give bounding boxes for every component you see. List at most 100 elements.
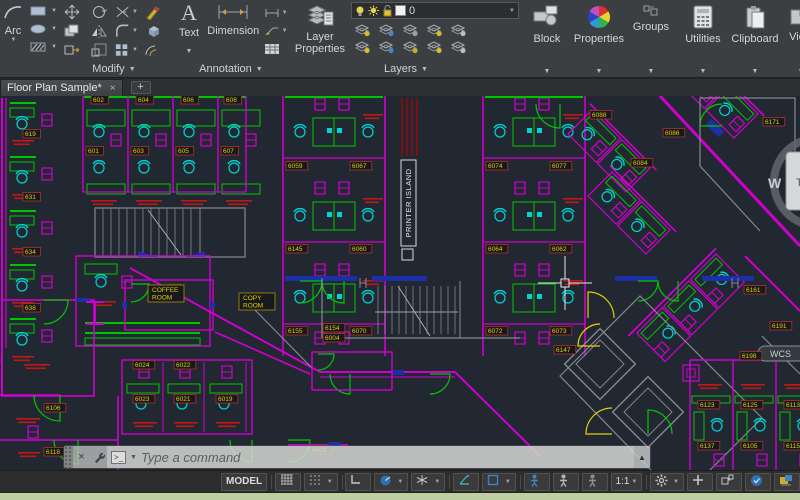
grid-display-toggle[interactable]: [274, 472, 301, 491]
rectangle-tool-icon[interactable]: [26, 2, 50, 20]
layer-tool-icon-5[interactable]: [351, 38, 375, 56]
properties-panel-arrow-icon: ▼: [595, 68, 603, 75]
hatch-tool-icon[interactable]: [26, 38, 50, 56]
object-snap-toggle[interactable]: ▼: [481, 472, 516, 491]
layer-tool-icon-9[interactable]: [447, 38, 471, 56]
layer-tool-icon-8[interactable]: [423, 38, 447, 56]
utilities-panel-button[interactable]: Utilities ▼: [677, 0, 729, 78]
annotation-visibility-toggle[interactable]: [523, 472, 550, 491]
annotation-panel-label[interactable]: Annotation ▼: [171, 61, 291, 77]
command-history-up-icon[interactable]: ▲: [634, 446, 650, 468]
layer-tool-icon-0[interactable]: [351, 21, 375, 39]
layer-tool-icon-6[interactable]: [375, 38, 399, 56]
clipboard-panel-button[interactable]: Clipboard ▼: [729, 0, 781, 78]
room-tag: 6072: [488, 328, 503, 335]
polar-dropdown-icon: ▼: [397, 478, 404, 485]
layer-tool-icon-4[interactable]: [447, 21, 471, 39]
dimension-style-icon[interactable]: [263, 4, 281, 22]
annotation-monitor-toggle[interactable]: [581, 472, 608, 491]
mirror-icon[interactable]: [87, 22, 111, 40]
layer-combo-arrow-icon[interactable]: ▼: [509, 8, 515, 14]
new-tab-button[interactable]: +: [130, 81, 151, 94]
arc-icon[interactable]: [3, 4, 23, 25]
model-space-button[interactable]: MODEL: [221, 472, 268, 491]
room-tag: 602: [93, 97, 104, 104]
room-tag: 6155: [288, 328, 303, 335]
viewcube-top-label: TOP: [796, 177, 800, 189]
layer-properties-button[interactable]: Layer Properties: [294, 2, 346, 58]
move-icon[interactable]: [60, 3, 84, 21]
layer-tool-icon-1[interactable]: [375, 21, 399, 39]
layer-unlock-icon: [383, 4, 392, 16]
leader-dropdown-icon[interactable]: ▼: [282, 28, 288, 34]
room-tag: 607: [223, 148, 234, 155]
arc-dropdown-icon[interactable]: ▼: [11, 37, 17, 43]
trim-icon[interactable]: ▼: [114, 3, 138, 21]
command-recent-dropdown-icon[interactable]: ▼: [130, 454, 137, 461]
room-tag: 6062: [552, 246, 567, 253]
copy-icon[interactable]: [60, 22, 84, 40]
workspace-switching-button[interactable]: ▼: [650, 472, 684, 491]
arc-button[interactable]: Arc: [5, 25, 22, 37]
text-dropdown-icon: ▼: [185, 48, 193, 55]
polar-tracking-toggle[interactable]: ▼: [374, 472, 409, 491]
room-tag: 6113: [786, 402, 800, 409]
room-tag: 6074: [488, 163, 503, 170]
quick-properties-button[interactable]: [715, 472, 742, 491]
modify-panel-label[interactable]: Modify ▼: [57, 61, 171, 77]
draw-panel-arc: Arc ▼: [0, 0, 26, 77]
file-tab-active[interactable]: Floor Plan Sample* ×: [0, 79, 123, 96]
layers-panel-label[interactable]: Layers ▼: [291, 61, 521, 77]
room-tag: 605: [178, 148, 189, 155]
room-tag: 606: [183, 97, 194, 104]
table-icon[interactable]: [263, 40, 281, 58]
properties-panel-button[interactable]: Properties ▼: [573, 0, 625, 78]
offset-icon[interactable]: [141, 41, 165, 59]
graphics-performance-button[interactable]: [744, 472, 771, 491]
ellipse-tool-icon[interactable]: [26, 20, 50, 38]
annotation-scale-button[interactable]: 1:1 ▼: [610, 472, 643, 491]
file-tab-title: Floor Plan Sample*: [7, 82, 102, 94]
groups-panel-button[interactable]: Groups ▼: [625, 0, 677, 78]
annotation-autoscale-toggle[interactable]: [552, 472, 579, 491]
annotation-scale-dropdown-icon: ▼: [631, 478, 638, 485]
room-tag: 6125: [743, 402, 758, 409]
calculator-icon: [693, 5, 713, 29]
block-panel-button[interactable]: Block ▼: [521, 0, 573, 78]
array-icon[interactable]: ▼: [114, 41, 138, 59]
command-line-bar[interactable]: × >_ ▼ ▲: [64, 446, 650, 468]
model-space-canvas[interactable]: PRINTER ISLAND W TOP WCS 602 604 606 608 601 603 6…: [0, 96, 800, 470]
snap-mode-toggle[interactable]: ▼: [303, 472, 338, 491]
object-snap-tracking-toggle[interactable]: [452, 472, 479, 491]
layer-tool-icon-7[interactable]: [399, 38, 423, 56]
dimstyle-dropdown-icon[interactable]: ▼: [282, 10, 288, 16]
room-tag: 6147: [556, 347, 571, 354]
wcs-label: WCS: [770, 349, 791, 359]
command-input[interactable]: [140, 449, 634, 465]
ortho-toggle[interactable]: [345, 472, 372, 491]
isolate-objects-button[interactable]: [686, 472, 713, 491]
layer-dropdown[interactable]: 0 ▼: [350, 2, 519, 19]
stretch-icon[interactable]: [60, 41, 84, 59]
rotate-icon[interactable]: [87, 3, 111, 21]
ribbon: Arc ▼ ▼ ▼ ▼ ▼ ▼ ▼ Modify ▼ A Text ▼ Dime…: [0, 0, 800, 78]
command-bar-grip[interactable]: [64, 446, 73, 468]
scale-icon[interactable]: [87, 41, 111, 59]
command-input-wrap[interactable]: >_ ▼: [107, 446, 634, 468]
tab-close-icon[interactable]: ×: [110, 83, 116, 94]
wcs-pill[interactable]: WCS: [757, 345, 800, 362]
view-panel-button[interactable]: View ▼: [781, 0, 800, 78]
layer-tool-icon-2[interactable]: [399, 21, 423, 39]
layer-tool-icon-3[interactable]: [423, 21, 447, 39]
text-button[interactable]: A Text ▼: [174, 2, 204, 58]
erase-icon[interactable]: [141, 3, 165, 21]
fillet-icon[interactable]: ▼: [114, 22, 138, 40]
clean-screen-button[interactable]: [773, 472, 800, 491]
dimension-button[interactable]: Dimension: [207, 2, 259, 58]
isodraft-toggle[interactable]: ▼: [411, 472, 446, 491]
room-tag: 6154: [325, 325, 340, 332]
leader-icon[interactable]: [263, 22, 281, 40]
command-close-icon[interactable]: ×: [73, 446, 90, 468]
explode-icon[interactable]: [141, 22, 165, 40]
command-customize-wrench-icon[interactable]: [90, 446, 107, 468]
